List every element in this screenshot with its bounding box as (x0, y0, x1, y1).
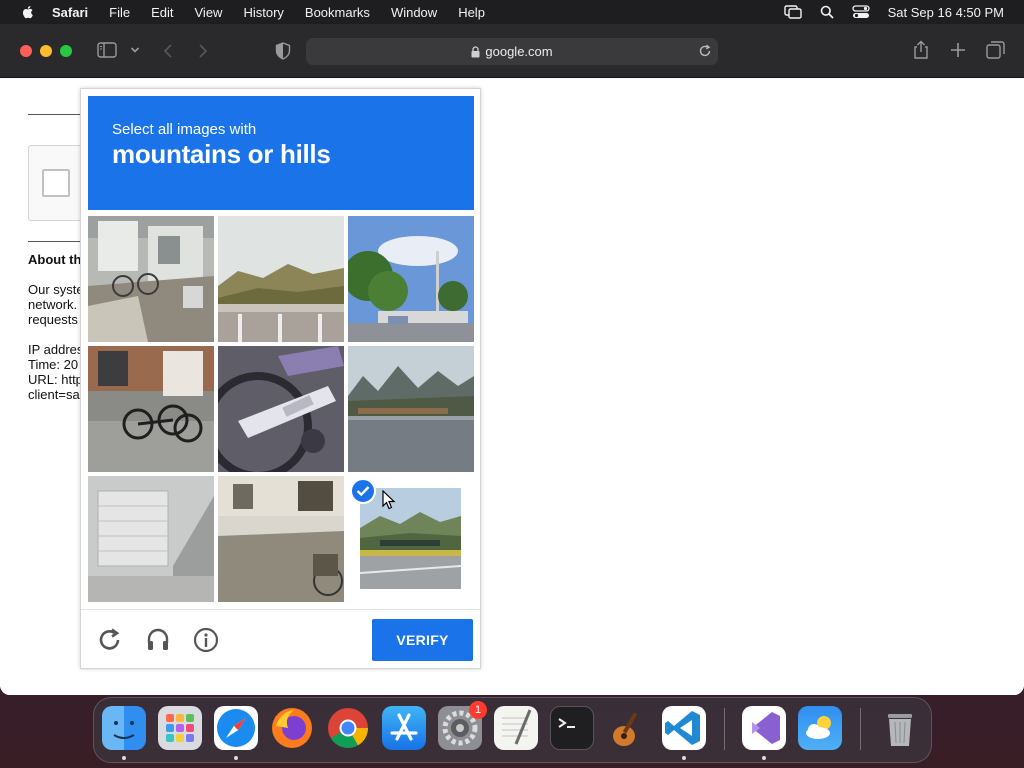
share-icon[interactable] (912, 40, 930, 60)
lock-icon (471, 45, 480, 58)
vscode-icon[interactable] (662, 706, 706, 750)
captcha-tile-9[interactable] (348, 476, 474, 602)
menu-safari[interactable]: Safari (52, 5, 88, 20)
captcha-target: mountains or hills (112, 139, 331, 169)
street-scene-image (218, 476, 344, 602)
screen-mirroring-icon[interactable] (783, 5, 802, 19)
dock (93, 697, 932, 763)
apple-menu-icon[interactable] (20, 4, 36, 20)
about-text-line: network. (28, 297, 78, 312)
spotlight-search-icon[interactable] (820, 5, 834, 19)
info-icon[interactable] (192, 626, 220, 654)
running-indicator (122, 756, 126, 760)
menu-view[interactable]: View (195, 5, 223, 20)
web-page: About th Our syste network. requests IP … (0, 78, 1024, 695)
dock-separator (860, 708, 861, 750)
selected-check-icon (350, 478, 376, 504)
recaptcha-checkbox-widget (28, 145, 88, 221)
house-bikes-image (88, 216, 214, 342)
firefox-icon[interactable] (270, 706, 314, 750)
captcha-header: Select all images with mountains or hill… (88, 96, 474, 210)
hills-road-image (360, 488, 461, 589)
bicycle-closeup-image (218, 346, 344, 472)
recaptcha-checkbox[interactable] (42, 169, 70, 197)
safari-app-icon[interactable] (214, 706, 258, 750)
info-text-line: URL: http (28, 372, 83, 387)
captcha-challenge: Select all images with mountains or hill… (80, 88, 481, 669)
menu-window[interactable]: Window (391, 5, 437, 20)
minimize-window-button[interactable] (40, 45, 52, 57)
captcha-tile-3[interactable] (348, 216, 474, 342)
launchpad-icon[interactable] (158, 706, 202, 750)
menu-edit[interactable]: Edit (151, 5, 173, 20)
trash-icon[interactable] (878, 706, 922, 750)
menu-bookmarks[interactable]: Bookmarks (305, 5, 370, 20)
garageband-icon[interactable] (606, 706, 650, 750)
chevron-down-icon[interactable] (130, 46, 140, 54)
captcha-tile-4[interactable] (88, 346, 214, 472)
tab-overview-icon[interactable] (986, 41, 1005, 59)
street-trees-image (348, 216, 474, 342)
about-text-line: Our syste (28, 282, 84, 297)
url-text: google.com (485, 44, 553, 59)
notification-badge: 1 (469, 701, 487, 719)
reload-challenge-icon[interactable] (96, 626, 124, 654)
info-text-line: client=sa (28, 387, 80, 402)
divider (28, 241, 88, 242)
app-store-icon[interactable] (382, 706, 426, 750)
dock-separator (724, 708, 725, 750)
garage-door-image (88, 476, 214, 602)
menu-help[interactable]: Help (458, 5, 485, 20)
divider (28, 114, 88, 115)
running-indicator (682, 756, 686, 760)
privacy-shield-icon[interactable] (275, 42, 291, 60)
info-text-line: Time: 20 (28, 357, 79, 372)
divider (81, 609, 480, 610)
menu-bar: Safari File Edit View History Bookmarks … (0, 0, 1024, 24)
close-window-button[interactable] (20, 45, 32, 57)
terminal-icon[interactable] (550, 706, 594, 750)
running-indicator (762, 756, 766, 760)
verify-button[interactable]: VERIFY (372, 619, 473, 661)
control-center-icon[interactable] (851, 5, 870, 19)
captcha-tile-6[interactable] (348, 346, 474, 472)
about-text-line: requests (28, 312, 78, 327)
reload-icon[interactable] (698, 44, 712, 58)
captcha-tile-7[interactable] (88, 476, 214, 602)
captcha-tile-1[interactable] (88, 216, 214, 342)
back-icon[interactable] (163, 43, 173, 59)
textedit-icon[interactable] (494, 706, 538, 750)
captcha-instruction: Select all images with (112, 121, 257, 138)
parked-bicycles-image (88, 346, 214, 472)
audio-challenge-icon[interactable] (144, 626, 172, 654)
captcha-tile-2[interactable] (218, 216, 344, 342)
about-heading: About th (28, 252, 82, 267)
menu-history[interactable]: History (243, 5, 283, 20)
weather-icon[interactable] (798, 706, 842, 750)
sidebar-toggle-icon[interactable] (97, 42, 117, 58)
menu-file[interactable]: File (109, 5, 130, 20)
mouse-cursor-icon (382, 490, 396, 510)
chrome-icon[interactable] (326, 706, 370, 750)
forward-icon[interactable] (198, 43, 208, 59)
zoom-window-button[interactable] (60, 45, 72, 57)
menubar-clock[interactable]: Sat Sep 16 4:50 PM (888, 5, 1004, 20)
info-text-line: IP addres (28, 342, 84, 357)
mountains-river-image (348, 346, 474, 472)
safari-window: google.com About th Our syste network. r… (0, 24, 1024, 695)
captcha-tile-5[interactable] (218, 346, 344, 472)
visual-studio-icon[interactable] (742, 706, 786, 750)
new-tab-icon[interactable] (950, 42, 966, 58)
captcha-tile-8[interactable] (218, 476, 344, 602)
hills-bridge-image (218, 216, 344, 342)
address-bar[interactable]: google.com (306, 38, 718, 65)
finder-icon[interactable] (102, 706, 146, 750)
safari-toolbar: google.com (0, 24, 1024, 78)
running-indicator (234, 756, 238, 760)
